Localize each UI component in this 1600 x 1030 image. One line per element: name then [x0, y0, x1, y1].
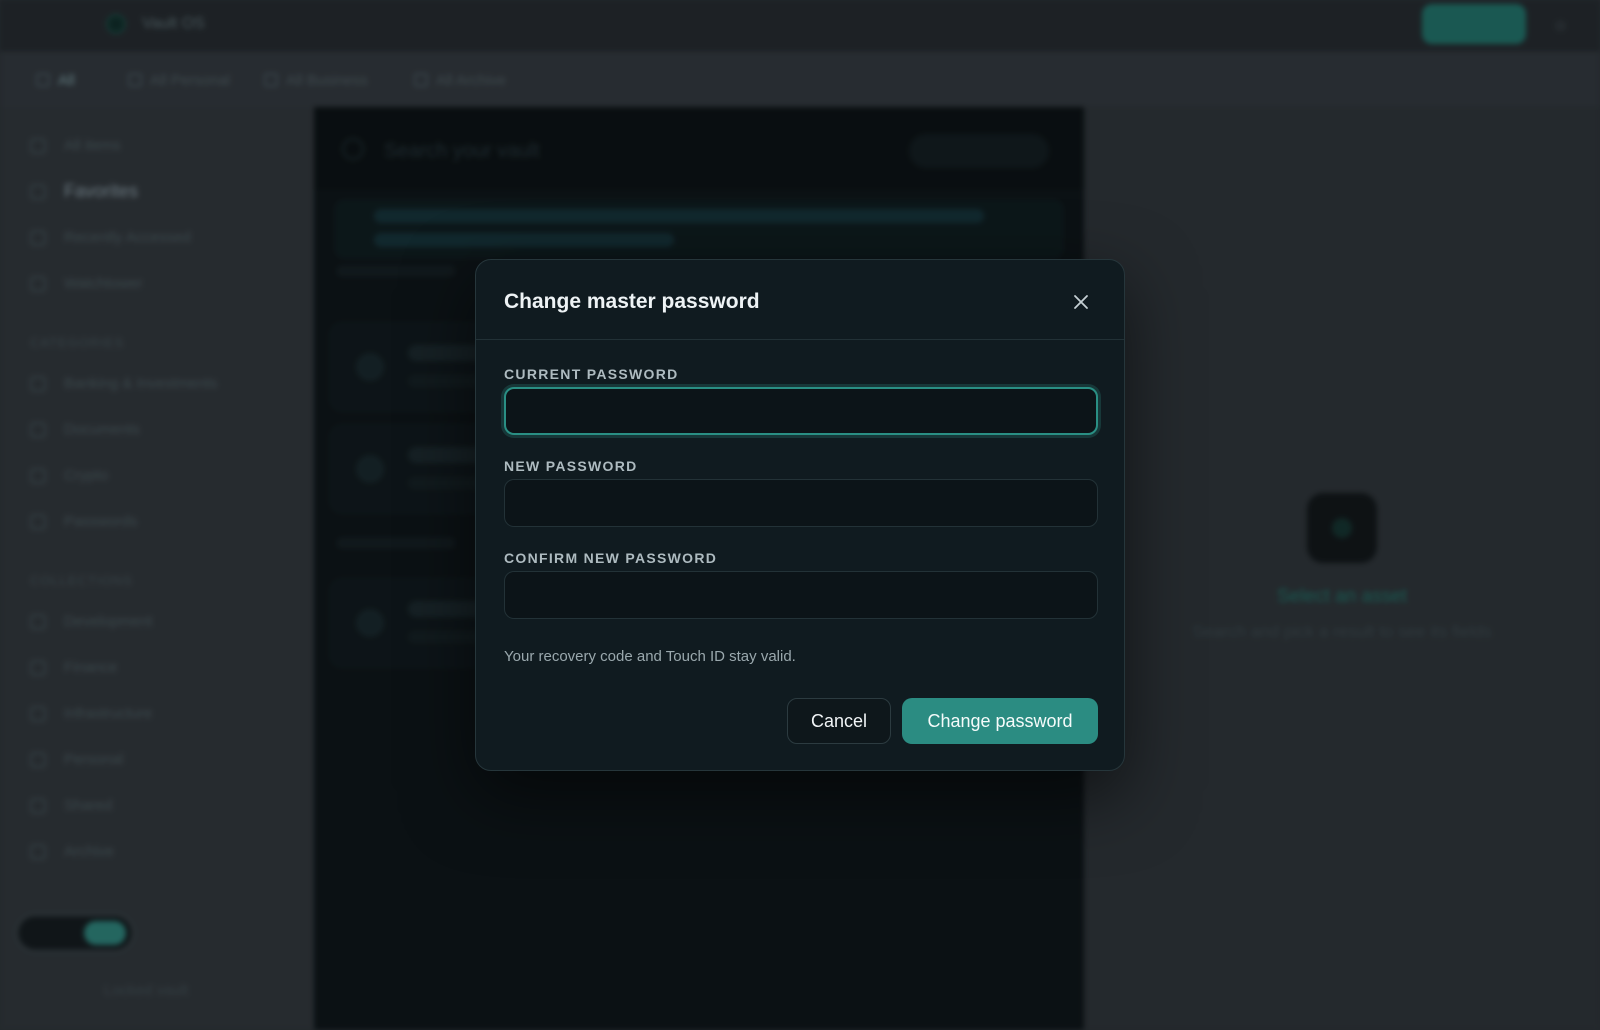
confirm-password-label: CONFIRM NEW PASSWORD	[504, 550, 718, 566]
recovery-hint: Your recovery code and Touch ID stay val…	[504, 648, 796, 665]
cancel-button[interactable]: Cancel	[787, 698, 891, 744]
change-password-dialog: Change master password CURRENT PASSWORD …	[475, 259, 1125, 771]
new-password-field[interactable]	[504, 479, 1098, 527]
current-password-label: CURRENT PASSWORD	[504, 366, 679, 382]
close-button[interactable]	[1072, 293, 1090, 311]
new-password-label: NEW PASSWORD	[504, 458, 638, 474]
dialog-title: Change master password	[504, 290, 760, 313]
dialog-header: Change master password	[476, 260, 1124, 340]
close-icon	[1074, 295, 1088, 309]
confirm-password-field[interactable]	[504, 571, 1098, 619]
change-password-button[interactable]: Change password	[902, 698, 1098, 744]
current-password-field[interactable]	[504, 387, 1098, 435]
